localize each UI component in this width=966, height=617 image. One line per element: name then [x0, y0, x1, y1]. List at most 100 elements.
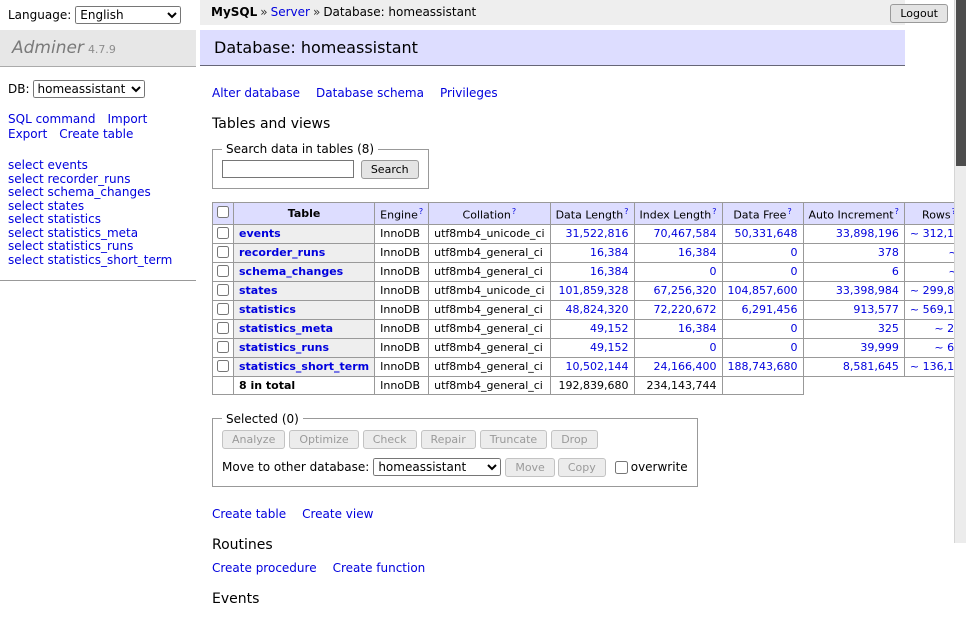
- row-checkbox[interactable]: [217, 265, 229, 277]
- auto-increment-link[interactable]: 325: [878, 322, 899, 335]
- help-icon[interactable]: ?: [895, 207, 899, 216]
- sql-command-link[interactable]: SQL command: [8, 112, 95, 126]
- optimize-button[interactable]: Optimize: [289, 430, 358, 449]
- copy-button[interactable]: Copy: [558, 458, 606, 477]
- logout-button[interactable]: Logout: [890, 4, 948, 23]
- data-length-link[interactable]: 16,384: [590, 265, 629, 278]
- data-free-link[interactable]: 104,857,600: [728, 284, 798, 297]
- data-length-link[interactable]: 49,152: [590, 322, 629, 335]
- index-length-link[interactable]: 70,467,584: [654, 227, 717, 240]
- help-icon[interactable]: ?: [787, 207, 791, 216]
- sidebar-table-link[interactable]: select statistics_runs: [8, 240, 188, 254]
- column-header-data-free-link[interactable]: Data Free: [733, 209, 786, 222]
- export-link[interactable]: Export: [8, 127, 47, 141]
- overwrite-checkbox[interactable]: [615, 461, 628, 474]
- sidebar-table-link[interactable]: select recorder_runs: [8, 173, 188, 187]
- sidebar-table-link[interactable]: select statistics_meta: [8, 227, 188, 241]
- table-name-link[interactable]: statistics_short_term: [239, 360, 369, 373]
- create-table-link-sidebar[interactable]: Create table: [59, 127, 133, 141]
- row-checkbox[interactable]: [217, 227, 229, 239]
- index-length-link[interactable]: 72,220,672: [654, 303, 717, 316]
- table-name-link[interactable]: statistics: [239, 303, 296, 316]
- data-free-link[interactable]: 0: [791, 265, 798, 278]
- create-view-link[interactable]: Create view: [302, 507, 373, 521]
- index-length-link[interactable]: 0: [710, 265, 717, 278]
- data-free-link[interactable]: 188,743,680: [728, 360, 798, 373]
- data-length-link[interactable]: 31,522,816: [566, 227, 629, 240]
- sidebar-table-link[interactable]: select events: [8, 159, 188, 173]
- truncate-button[interactable]: Truncate: [480, 430, 547, 449]
- vertical-scrollbar[interactable]: [954, 0, 966, 543]
- database-schema-link[interactable]: Database schema: [316, 86, 424, 100]
- auto-increment-link[interactable]: 8,581,645: [843, 360, 899, 373]
- scrollbar-thumb[interactable]: [956, 0, 966, 166]
- repair-button[interactable]: Repair: [421, 430, 476, 449]
- auto-increment-link[interactable]: 39,999: [860, 341, 899, 354]
- move-button[interactable]: Move: [505, 458, 555, 477]
- index-length-link[interactable]: 24,166,400: [654, 360, 717, 373]
- auto-increment-link[interactable]: 378: [878, 246, 899, 259]
- analyze-button[interactable]: Analyze: [222, 430, 285, 449]
- auto-increment-link[interactable]: 913,577: [853, 303, 899, 316]
- index-length-link[interactable]: 16,384: [678, 322, 717, 335]
- check-button[interactable]: Check: [363, 430, 417, 449]
- sidebar-table-link[interactable]: select states: [8, 200, 188, 214]
- auto-increment-link[interactable]: 6: [892, 265, 899, 278]
- column-header-engine-link[interactable]: Engine: [380, 209, 418, 222]
- alter-database-link[interactable]: Alter database: [212, 86, 300, 100]
- data-length-link[interactable]: 101,859,328: [559, 284, 629, 297]
- column-header-index-length-link[interactable]: Index Length: [640, 209, 712, 222]
- table-name-link[interactable]: schema_changes: [239, 265, 343, 278]
- row-checkbox[interactable]: [217, 303, 229, 315]
- data-length-link[interactable]: 10,502,144: [566, 360, 629, 373]
- data-free-link[interactable]: 0: [791, 322, 798, 335]
- data-length-link[interactable]: 16,384: [590, 246, 629, 259]
- column-header-auto-increment-link[interactable]: Auto Increment: [809, 209, 894, 222]
- row-checkbox[interactable]: [217, 322, 229, 334]
- table-name-link[interactable]: events: [239, 227, 281, 240]
- column-header-collation-link[interactable]: Collation: [463, 209, 511, 222]
- auto-increment-link[interactable]: 33,398,984: [836, 284, 899, 297]
- column-header-rows-link[interactable]: Rows: [922, 209, 951, 222]
- help-icon[interactable]: ?: [624, 207, 628, 216]
- search-input[interactable]: [222, 160, 354, 178]
- table-name-link[interactable]: statistics_meta: [239, 322, 333, 335]
- index-length-link[interactable]: 0: [710, 341, 717, 354]
- overwrite-option[interactable]: overwrite: [609, 460, 688, 474]
- row-checkbox[interactable]: [217, 341, 229, 353]
- data-length-link[interactable]: 49,152: [590, 341, 629, 354]
- sidebar-table-link[interactable]: select statistics_short_term: [8, 254, 188, 268]
- row-checkbox[interactable]: [217, 360, 229, 372]
- create-procedure-link[interactable]: Create procedure: [212, 561, 317, 575]
- db-select[interactable]: homeassistant: [33, 80, 145, 98]
- help-icon[interactable]: ?: [512, 207, 516, 216]
- data-free-link[interactable]: 0: [791, 246, 798, 259]
- auto-increment-link[interactable]: 33,898,196: [836, 227, 899, 240]
- index-length-link[interactable]: 16,384: [678, 246, 717, 259]
- drop-button[interactable]: Drop: [551, 430, 597, 449]
- create-table-link[interactable]: Create table: [212, 507, 286, 521]
- import-link[interactable]: Import: [107, 112, 147, 126]
- help-icon[interactable]: ?: [712, 207, 716, 216]
- breadcrumb-server-link[interactable]: Server: [271, 5, 310, 19]
- help-icon[interactable]: ?: [419, 207, 423, 216]
- language-select[interactable]: English: [75, 6, 181, 24]
- data-free-link[interactable]: 50,331,648: [735, 227, 798, 240]
- privileges-link[interactable]: Privileges: [440, 86, 498, 100]
- data-length-link[interactable]: 48,824,320: [566, 303, 629, 316]
- table-name-link[interactable]: recorder_runs: [239, 246, 325, 259]
- sidebar-table-link[interactable]: select schema_changes: [8, 186, 188, 200]
- row-checkbox[interactable]: [217, 246, 229, 258]
- table-name-link[interactable]: states: [239, 284, 278, 297]
- sidebar-table-link[interactable]: select statistics: [8, 213, 188, 227]
- column-header-data-length-link[interactable]: Data Length: [556, 209, 624, 222]
- select-all-checkbox[interactable]: [217, 206, 229, 218]
- search-button[interactable]: Search: [361, 160, 419, 179]
- move-db-select[interactable]: homeassistant: [373, 458, 501, 476]
- table-name-link[interactable]: statistics_runs: [239, 341, 329, 354]
- data-free-link[interactable]: 0: [791, 341, 798, 354]
- data-free-link[interactable]: 6,291,456: [742, 303, 798, 316]
- row-checkbox[interactable]: [217, 284, 229, 296]
- index-length-link[interactable]: 67,256,320: [654, 284, 717, 297]
- create-function-link[interactable]: Create function: [333, 561, 426, 575]
